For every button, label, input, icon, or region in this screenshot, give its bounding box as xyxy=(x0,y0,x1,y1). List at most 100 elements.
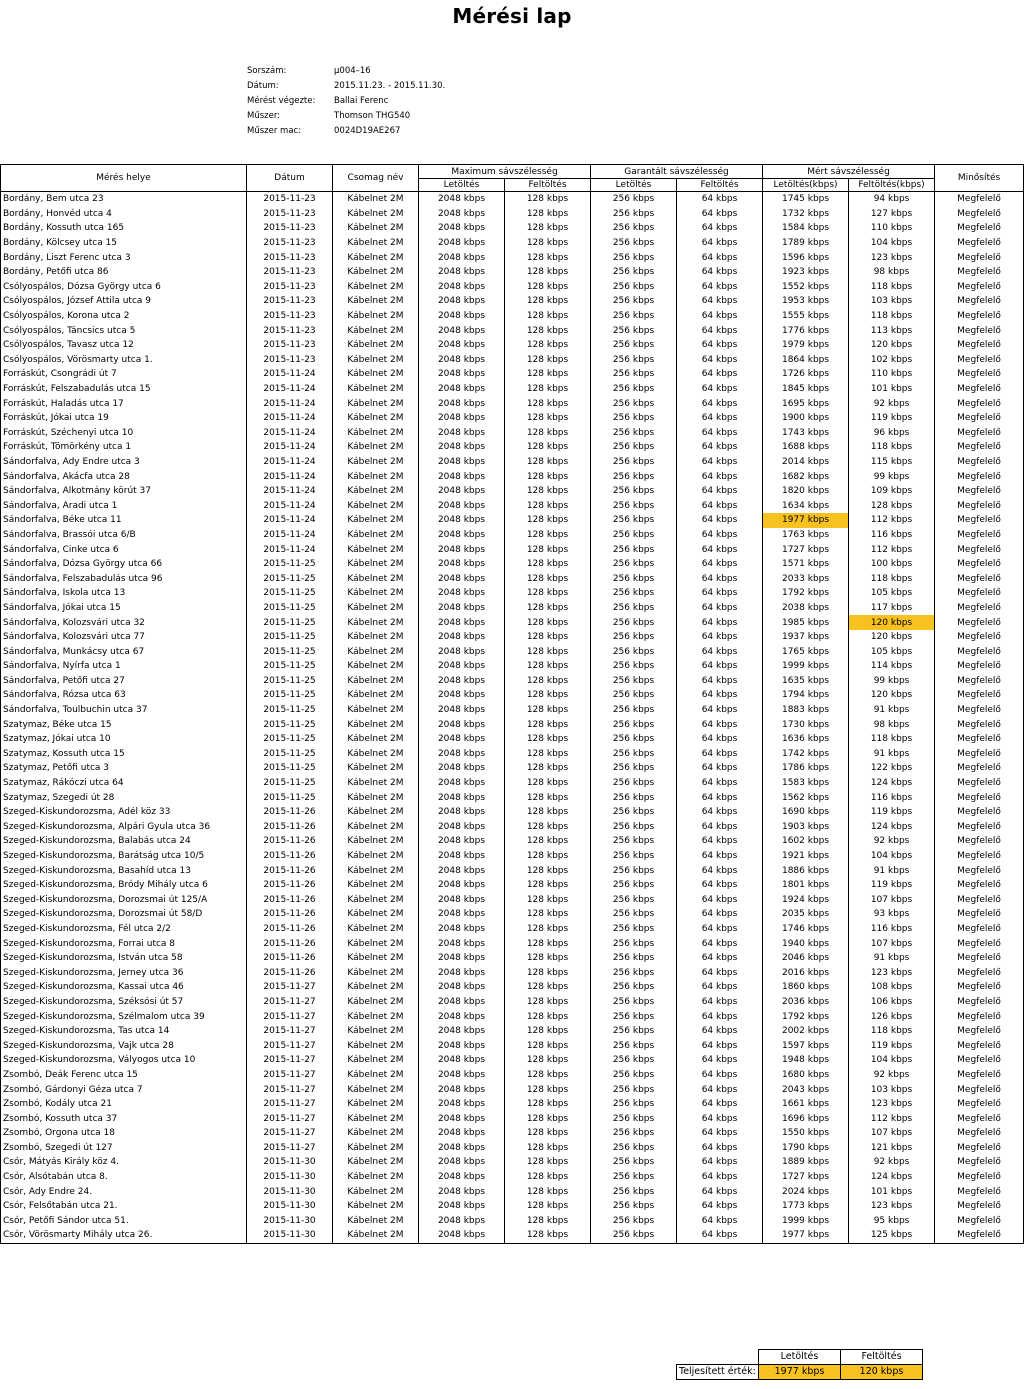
table-row: Szeged-Kiskundorozsma, Barátság utca 10/… xyxy=(0,848,1024,864)
cell-measured-upload: 119 kbps xyxy=(848,877,936,893)
cell-quality: Megfelelő xyxy=(934,527,1024,543)
cell-date: 2015-11-23 xyxy=(246,221,333,236)
cell-quality: Megfelelő xyxy=(934,469,1024,484)
cell-guaranteed-upload: 64 kbps xyxy=(676,279,764,295)
cell-measured-download: 1801 kbps xyxy=(762,877,850,893)
cell-max-download: 2048 kbps xyxy=(418,527,505,543)
cell-quality: Megfelelő xyxy=(934,629,1024,645)
cell-guaranteed-download: 256 kbps xyxy=(590,235,678,251)
cell-place: Szeged-Kiskundorozsma, Tas utca 14 xyxy=(0,1023,247,1039)
cell-guaranteed-download: 256 kbps xyxy=(590,454,678,470)
cell-measured-upload: 96 kbps xyxy=(848,425,936,441)
cell-measured-upload: 125 kbps xyxy=(848,1228,936,1244)
cell-measured-upload: 116 kbps xyxy=(848,790,936,805)
cell-guaranteed-upload: 64 kbps xyxy=(676,761,764,776)
cell-max-download: 2048 kbps xyxy=(418,191,505,207)
cell-measured-download: 1820 kbps xyxy=(762,483,850,499)
cell-measured-download: 1636 kbps xyxy=(762,731,850,747)
cell-quality: Megfelelő xyxy=(934,921,1024,937)
cell-measured-download: 1999 kbps xyxy=(762,1213,850,1229)
meta-block: Sorszám: µ004–16 Dátum: 2015.11.23. - 2015.… xyxy=(247,64,445,139)
cell-max-download: 2048 kbps xyxy=(418,1184,505,1199)
cell-date: 2015-11-25 xyxy=(246,600,333,616)
cell-date: 2015-11-24 xyxy=(246,483,333,499)
cell-measured-download: 2002 kbps xyxy=(762,1023,850,1039)
cell-quality: Megfelelő xyxy=(934,1184,1024,1199)
cell-place: Szeged-Kiskundorozsma, Széksósi út 57 xyxy=(0,994,247,1010)
cell-guaranteed-upload: 64 kbps xyxy=(676,250,764,265)
cell-guaranteed-upload: 64 kbps xyxy=(676,936,764,951)
cell-date: 2015-11-24 xyxy=(246,425,333,441)
cell-package: Kábelnet 2M xyxy=(332,1009,419,1024)
header-max-upload: Feltöltés xyxy=(503,178,592,192)
cell-guaranteed-upload: 64 kbps xyxy=(676,629,764,645)
cell-quality: Megfelelő xyxy=(934,279,1024,295)
cell-package: Kábelnet 2M xyxy=(332,629,419,645)
cell-date: 2015-11-25 xyxy=(246,746,333,762)
cell-max-download: 2048 kbps xyxy=(418,1067,505,1083)
cell-place: Szatymaz, Szegedi út 28 xyxy=(0,790,247,805)
cell-guaranteed-download: 256 kbps xyxy=(590,425,678,441)
cell-guaranteed-upload: 64 kbps xyxy=(676,440,764,455)
cell-max-download: 2048 kbps xyxy=(418,1213,505,1229)
cell-guaranteed-download: 256 kbps xyxy=(590,513,678,528)
cell-date: 2015-11-24 xyxy=(246,367,333,382)
cell-guaranteed-download: 256 kbps xyxy=(590,1067,678,1083)
cell-date: 2015-11-25 xyxy=(246,571,333,587)
cell-guaranteed-upload: 64 kbps xyxy=(676,659,764,674)
cell-quality: Megfelelő xyxy=(934,950,1024,966)
cell-max-upload: 128 kbps xyxy=(503,191,592,207)
cell-quality: Megfelelő xyxy=(934,1053,1024,1068)
cell-package: Kábelnet 2M xyxy=(332,1067,419,1083)
cell-measured-download: 1903 kbps xyxy=(762,819,850,835)
cell-max-upload: 128 kbps xyxy=(503,1169,592,1185)
cell-max-upload: 128 kbps xyxy=(503,1184,592,1199)
cell-guaranteed-upload: 64 kbps xyxy=(676,1023,764,1039)
cell-guaranteed-upload: 64 kbps xyxy=(676,206,764,222)
cell-measured-upload: 123 kbps xyxy=(848,1096,936,1112)
cell-guaranteed-upload: 64 kbps xyxy=(676,527,764,543)
cell-guaranteed-upload: 64 kbps xyxy=(676,396,764,411)
cell-package: Kábelnet 2M xyxy=(332,1184,419,1199)
cell-quality: Megfelelő xyxy=(934,264,1024,280)
cell-date: 2015-11-25 xyxy=(246,717,333,732)
cell-package: Kábelnet 2M xyxy=(332,513,419,528)
cell-quality: Megfelelő xyxy=(934,848,1024,864)
cell-max-download: 2048 kbps xyxy=(418,877,505,893)
cell-package: Kábelnet 2M xyxy=(332,804,419,820)
cell-place: Szeged-Kiskundorozsma, Fél utca 2/2 xyxy=(0,921,247,937)
cell-quality: Megfelelő xyxy=(934,323,1024,338)
table-row: Sándorfalva, Petőfi utca 27 2015-11-25 Káb… xyxy=(0,673,1024,689)
cell-max-upload: 128 kbps xyxy=(503,804,592,820)
cell-date: 2015-11-24 xyxy=(246,454,333,470)
table-row: Bordány, Kossuth utca 165 2015-11-23 Kábel… xyxy=(0,221,1024,236)
cell-measured-download: 1635 kbps xyxy=(762,673,850,689)
table-row: Szeged-Kiskundorozsma, Tas utca 14 2015-1… xyxy=(0,1023,1024,1039)
table-row: Csór, Felsőtabán utca 21. 2015-11-30 Kábel… xyxy=(0,1198,1024,1214)
cell-max-upload: 128 kbps xyxy=(503,1067,592,1083)
table-row: Szeged-Kiskundorozsma, Balabás utca 24 20… xyxy=(0,834,1024,849)
cell-max-upload: 128 kbps xyxy=(503,294,592,309)
cell-date: 2015-11-24 xyxy=(246,469,333,484)
cell-guaranteed-upload: 64 kbps xyxy=(676,221,764,236)
table-row: Sándorfalva, Béke utca 11 2015-11-24 Kábel… xyxy=(0,513,1024,528)
cell-max-download: 2048 kbps xyxy=(418,308,505,324)
cell-max-upload: 128 kbps xyxy=(503,469,592,484)
cell-measured-upload: 119 kbps xyxy=(848,1038,936,1054)
cell-measured-download: 1864 kbps xyxy=(762,352,850,368)
header-date: Dátum xyxy=(246,164,333,192)
cell-measured-upload: 120 kbps xyxy=(848,337,936,353)
cell-date: 2015-11-25 xyxy=(246,790,333,805)
cell-package: Kábelnet 2M xyxy=(332,1096,419,1112)
cell-date: 2015-11-23 xyxy=(246,308,333,324)
cell-max-upload: 128 kbps xyxy=(503,454,592,470)
cell-quality: Megfelelő xyxy=(934,1228,1024,1244)
cell-measured-upload: 112 kbps xyxy=(848,542,936,557)
cell-max-upload: 128 kbps xyxy=(503,980,592,995)
cell-measured-upload: 92 kbps xyxy=(848,1155,936,1170)
cell-max-download: 2048 kbps xyxy=(418,1082,505,1097)
cell-guaranteed-download: 256 kbps xyxy=(590,717,678,732)
cell-place: Zsombó, Deák Ferenc utca 15 xyxy=(0,1067,247,1083)
cell-measured-upload: 120 kbps xyxy=(848,688,936,703)
cell-max-upload: 128 kbps xyxy=(503,790,592,805)
